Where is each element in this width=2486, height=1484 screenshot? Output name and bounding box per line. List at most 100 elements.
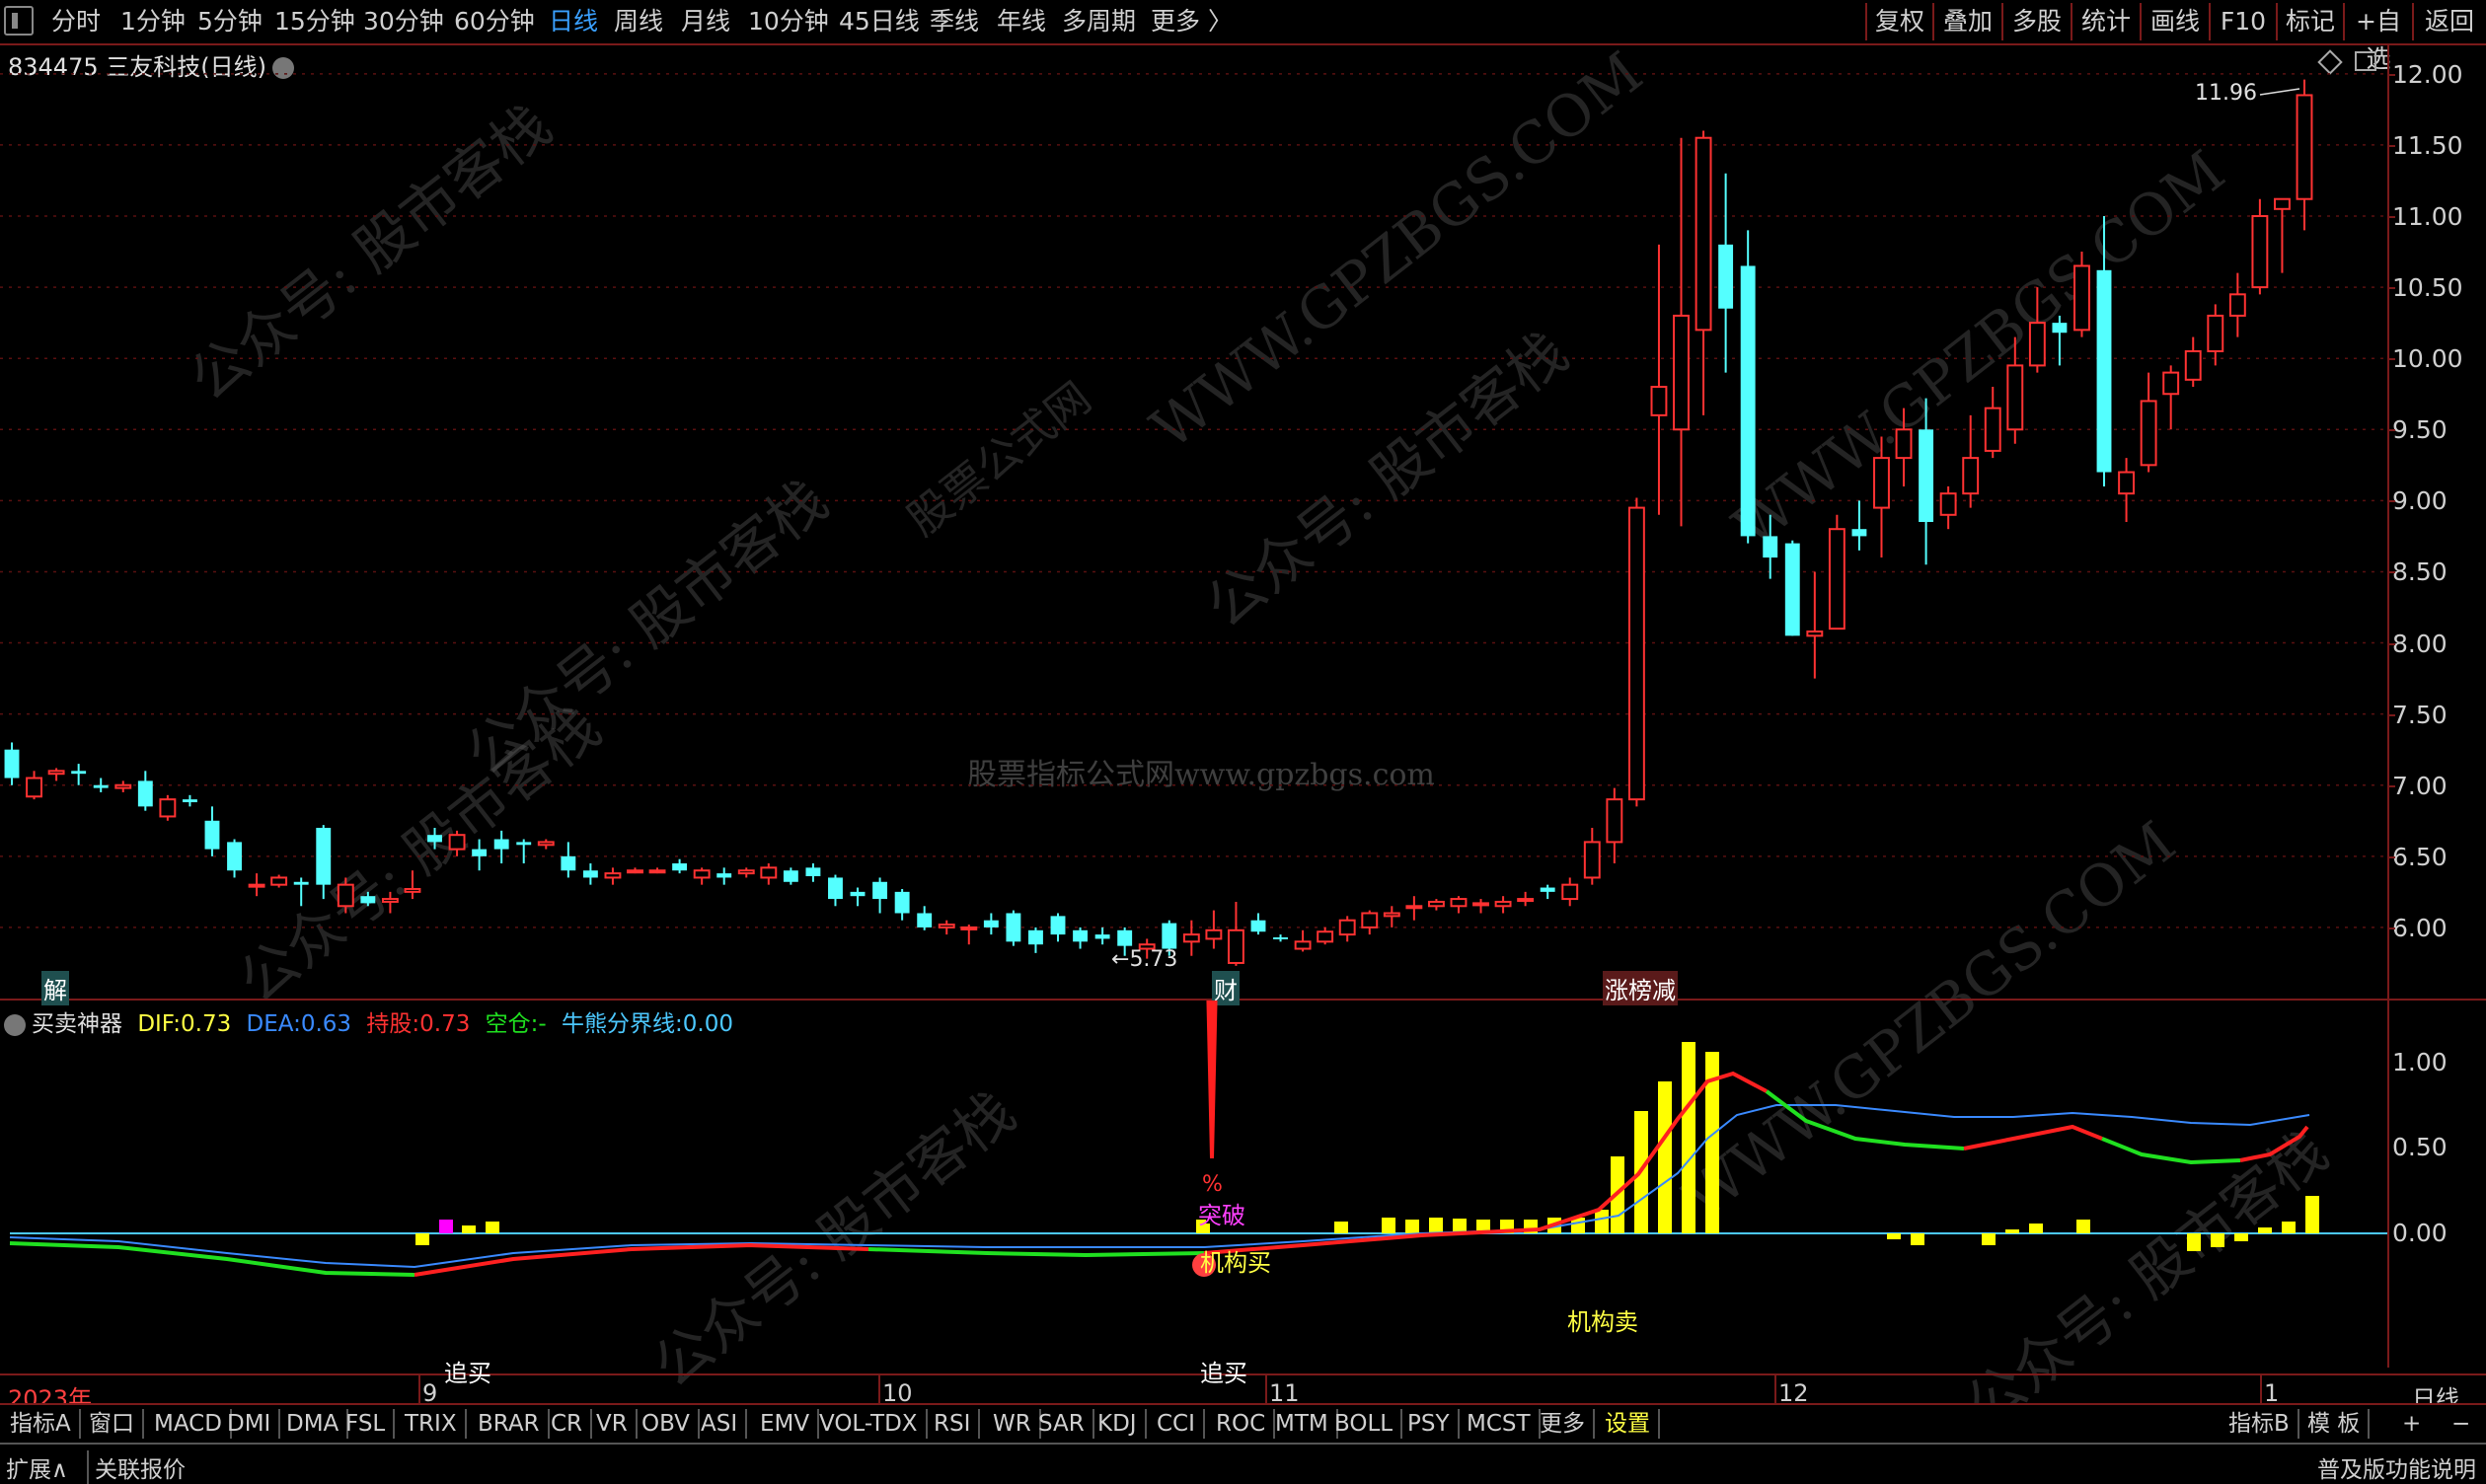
candle-body[interactable]	[1494, 900, 1512, 908]
period-tab-9[interactable]: 10分钟	[748, 5, 829, 38]
toolbar-button-6[interactable]: 标记	[2276, 3, 2343, 40]
candle-body[interactable]	[783, 870, 798, 882]
candle-body[interactable]	[1606, 798, 1623, 844]
candle-body[interactable]	[1695, 136, 1712, 332]
candle-body[interactable]	[1227, 928, 1244, 964]
period-tab-13[interactable]: 多周期	[1062, 5, 1136, 38]
candle-body[interactable]	[1851, 529, 1867, 537]
candle-body[interactable]	[2162, 371, 2180, 396]
candle-body[interactable]	[737, 869, 755, 875]
candle-body[interactable]	[1205, 928, 1223, 940]
tab-boll[interactable]: BOLL	[1326, 1409, 1403, 1439]
candle-body[interactable]	[248, 883, 265, 888]
candle-body[interactable]	[2052, 323, 2068, 334]
candle-body[interactable]	[1338, 919, 1356, 936]
period-tab-12[interactable]: 年线	[997, 5, 1046, 38]
candle-body[interactable]	[26, 777, 42, 798]
candle-body[interactable]	[1650, 386, 1668, 416]
candle-body[interactable]	[2228, 293, 2246, 317]
candle-body[interactable]	[1828, 528, 1846, 631]
period-tab-0[interactable]: 分时	[51, 5, 101, 38]
period-tab-14[interactable]: 更多 〉	[1151, 5, 1233, 38]
tab-dmi[interactable]: DMI	[219, 1409, 281, 1439]
candle-body[interactable]	[1405, 905, 1423, 910]
candle-body[interactable]	[381, 898, 399, 903]
toolbar-button-5[interactable]: F10	[2209, 3, 2276, 40]
candle-body[interactable]	[1294, 940, 1312, 950]
indicator-chart[interactable]	[0, 1001, 2387, 1373]
candle-body[interactable]	[537, 841, 555, 847]
candlestick-chart[interactable]	[0, 45, 2387, 999]
tab-indicator-b[interactable]: 指标B	[2221, 1409, 2299, 1439]
tab-emv[interactable]: EMV	[752, 1409, 820, 1439]
candle-body[interactable]	[1873, 457, 1890, 509]
tab-设置[interactable]: 设置	[1597, 1409, 1660, 1439]
candle-body[interactable]	[627, 869, 643, 874]
period-tab-5[interactable]: 60分钟	[454, 5, 535, 38]
add-button[interactable]: +	[2394, 1409, 2429, 1439]
candle-body[interactable]	[204, 820, 220, 850]
candle-body[interactable]	[1427, 900, 1445, 908]
toolbar-button-0[interactable]: 复权	[1865, 3, 1932, 40]
candle-body[interactable]	[270, 876, 288, 886]
candle-body[interactable]	[872, 881, 888, 900]
candle-body[interactable]	[960, 926, 978, 930]
toolbar-button-3[interactable]: 统计	[2071, 3, 2140, 40]
candle-body[interactable]	[1583, 841, 1601, 879]
candle-body[interactable]	[1117, 929, 1133, 946]
related-quotes-button[interactable]: 关联报价	[87, 1450, 186, 1484]
candle-body[interactable]	[1006, 913, 1021, 942]
toolbar-button-8[interactable]: 返回	[2412, 3, 2485, 40]
candle-body[interactable]	[672, 863, 688, 871]
candle-body[interactable]	[1073, 929, 1089, 942]
candle-body[interactable]	[1806, 631, 1824, 637]
candle-body[interactable]	[2096, 269, 2112, 473]
candle-body[interactable]	[2073, 264, 2090, 332]
toolbar-button-4[interactable]: 画线	[2140, 3, 2209, 40]
candle-body[interactable]	[938, 924, 955, 928]
toolbar-button-2[interactable]: 多股	[2001, 3, 2071, 40]
candle-body[interactable]	[1962, 457, 1980, 495]
candle-body[interactable]	[1028, 929, 1043, 945]
candle-body[interactable]	[2184, 349, 2202, 381]
tab-trix[interactable]: TRIX	[397, 1409, 467, 1439]
candle-body[interactable]	[1673, 314, 1690, 431]
candle-body[interactable]	[448, 834, 466, 851]
expand-button[interactable]: 扩展∧	[6, 1450, 68, 1484]
toolbar-button-1[interactable]: 叠加	[1932, 3, 2001, 40]
candle-body[interactable]	[1450, 898, 1468, 908]
candle-body[interactable]	[227, 842, 242, 871]
candle-body[interactable]	[2140, 400, 2157, 467]
toolbar-button-7[interactable]: +自选	[2343, 3, 2412, 73]
candle-body[interactable]	[1540, 887, 1555, 892]
candle-body[interactable]	[472, 849, 488, 856]
edition-info[interactable]: 普及版功能说明	[2317, 1450, 2476, 1484]
period-tab-8[interactable]: 月线	[681, 5, 730, 38]
candle-body[interactable]	[404, 887, 421, 893]
tab-roc[interactable]: ROC	[1208, 1409, 1276, 1439]
tab-psy[interactable]: PSY	[1399, 1409, 1460, 1439]
candle-body[interactable]	[1740, 265, 1756, 537]
candle-body[interactable]	[1361, 912, 1379, 928]
candle-body[interactable]	[805, 867, 821, 877]
candle-body[interactable]	[1939, 492, 1957, 516]
candle-body[interactable]	[1050, 916, 1066, 935]
candle-body[interactable]	[337, 883, 354, 908]
window-menu-icon[interactable]	[4, 6, 34, 36]
period-tab-2[interactable]: 5分钟	[197, 5, 263, 38]
period-tab-3[interactable]: 15分钟	[274, 5, 355, 38]
candle-body[interactable]	[2006, 364, 2024, 431]
candle-body[interactable]	[427, 835, 442, 843]
candle-body[interactable]	[1162, 923, 1177, 949]
candle-body[interactable]	[93, 784, 109, 788]
tab-窗口[interactable]: 窗口	[81, 1409, 144, 1439]
tab-cr[interactable]: CR	[543, 1409, 593, 1439]
candle-body[interactable]	[316, 827, 332, 885]
period-tab-1[interactable]: 1分钟	[120, 5, 186, 38]
candle-body[interactable]	[648, 869, 666, 874]
candle-body[interactable]	[493, 839, 509, 850]
candle-body[interactable]	[582, 870, 598, 878]
candle-body[interactable]	[1718, 244, 1734, 309]
candle-body[interactable]	[1317, 930, 1334, 943]
candle-body[interactable]	[693, 869, 711, 879]
